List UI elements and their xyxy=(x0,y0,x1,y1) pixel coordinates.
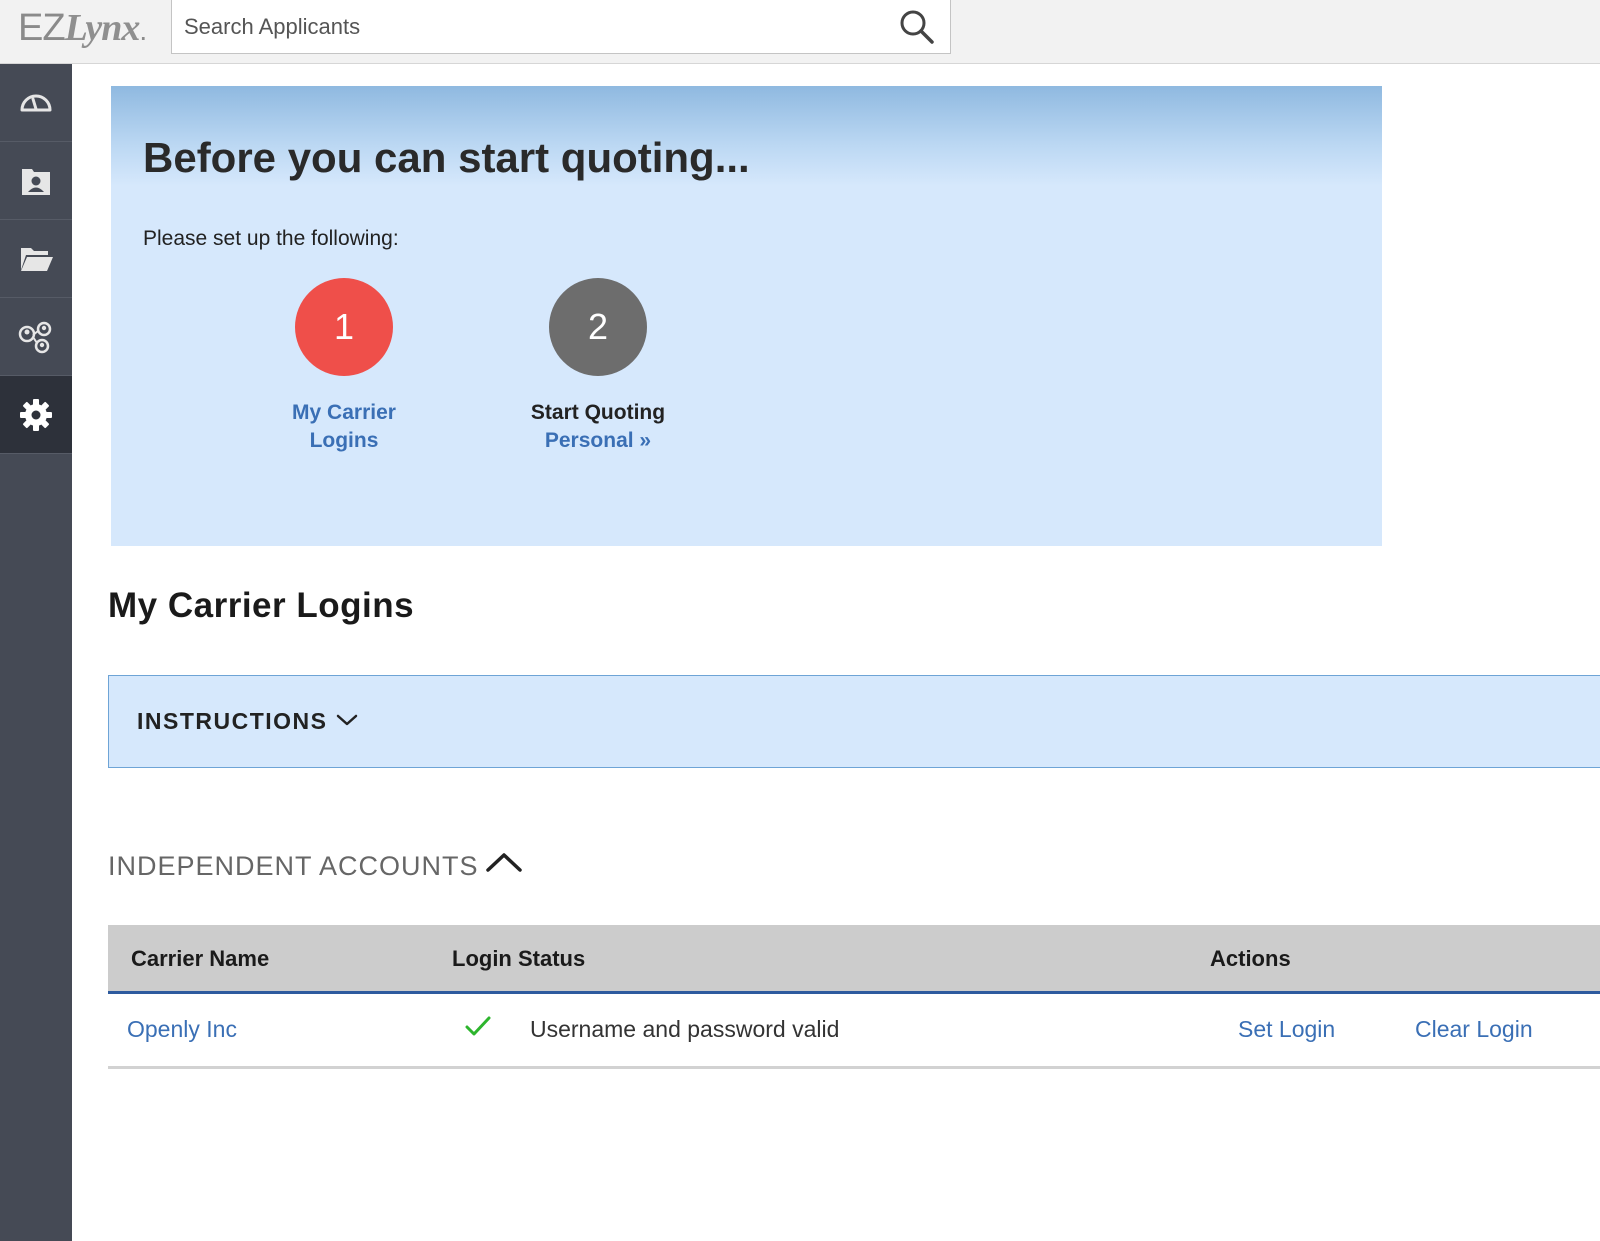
folder-icon xyxy=(21,247,53,271)
set-login-link[interactable]: Set Login xyxy=(1238,1016,1335,1043)
top-bar: EZLynx. xyxy=(0,0,1600,64)
sidebar-item-users[interactable] xyxy=(0,298,72,376)
banner-subtitle: Please set up the following: xyxy=(143,227,399,250)
login-status-text: Username and password valid xyxy=(530,1016,840,1042)
step-1-link-line2[interactable]: Logins xyxy=(244,427,444,455)
instructions-panel[interactable]: INSTRUCTIONS xyxy=(108,675,1600,768)
banner-title: Before you can start quoting... xyxy=(143,134,750,181)
chevron-down-icon[interactable] xyxy=(335,710,359,730)
checkmark-icon xyxy=(465,1016,491,1036)
carrier-logins-table: Carrier Name Login Status Actions Openly… xyxy=(108,925,1600,1069)
column-header-actions: Actions xyxy=(1210,946,1291,971)
search-box xyxy=(171,0,951,54)
search-input[interactable] xyxy=(182,8,866,46)
step-1-label[interactable]: My Carrier Logins xyxy=(244,399,444,455)
sidebar-item-settings[interactable] xyxy=(0,376,72,454)
independent-accounts-header[interactable]: INDEPENDENT ACCOUNTS xyxy=(108,851,479,882)
chevron-up-icon[interactable] xyxy=(484,850,524,876)
step-2-circle: 2 xyxy=(549,278,647,376)
page-title: My Carrier Logins xyxy=(108,586,415,625)
step-2-label: Start Quoting Personal » xyxy=(498,399,698,455)
logo-suffix: . xyxy=(139,15,147,46)
contact-card-icon xyxy=(22,168,50,195)
logo-brand: Lynx xyxy=(64,7,141,49)
table-header: Carrier Name Login Status Actions xyxy=(108,925,1600,994)
clear-login-link[interactable]: Clear Login xyxy=(1415,1016,1533,1043)
table-row: Openly Inc Username and password valid S… xyxy=(108,994,1600,1069)
step-1-link-line1[interactable]: My Carrier xyxy=(244,399,444,427)
column-header-status: Login Status xyxy=(452,946,586,971)
step-1-circle[interactable]: 1 xyxy=(295,278,393,376)
search-icon[interactable] xyxy=(898,8,936,46)
sidebar xyxy=(0,64,72,1241)
sidebar-item-contacts[interactable] xyxy=(0,142,72,220)
ezlynx-logo[interactable]: EZLynx. xyxy=(18,6,147,50)
sidebar-item-dashboard[interactable] xyxy=(0,64,72,142)
step-2-link[interactable]: Personal » xyxy=(498,427,698,455)
setup-banner: Before you can start quoting... Please s… xyxy=(111,86,1382,546)
users-group-icon xyxy=(18,321,52,353)
carrier-name-link[interactable]: Openly Inc xyxy=(127,1016,237,1043)
gear-icon xyxy=(20,398,52,431)
step-2-text: Start Quoting xyxy=(530,401,666,424)
column-header-carrier: Carrier Name xyxy=(131,946,270,971)
logo-prefix: EZ xyxy=(18,7,66,49)
sidebar-item-files[interactable] xyxy=(0,220,72,298)
instructions-label[interactable]: INSTRUCTIONS xyxy=(137,708,328,735)
dashboard-icon xyxy=(20,94,52,111)
